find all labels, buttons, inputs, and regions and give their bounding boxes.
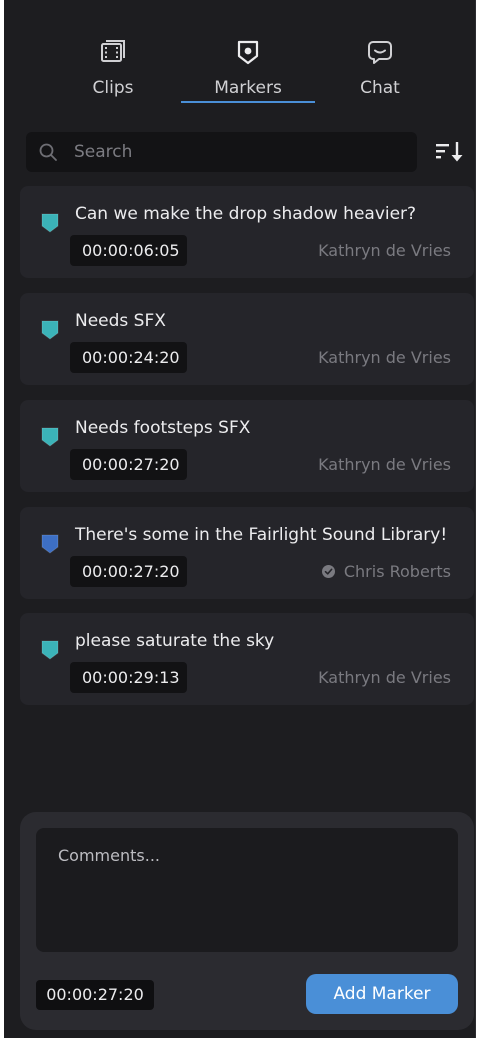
sort-descending-icon [436, 142, 463, 162]
marker-text: There's some in the Fairlight Sound Libr… [75, 525, 448, 545]
tab-clips[interactable]: Clips [46, 36, 180, 104]
marker-flag-icon [41, 640, 59, 660]
marker-flag-icon [41, 534, 59, 554]
add-marker-button[interactable]: Add Marker [306, 974, 458, 1014]
marker-author: Chris Roberts [321, 562, 451, 581]
tab-markers-label: Markers [214, 78, 282, 98]
tab-bar: Clips Markers Chat [4, 0, 476, 110]
marker-text: Needs footsteps SFX [75, 418, 251, 438]
search-box [26, 132, 417, 172]
marker-flag-icon [41, 213, 59, 233]
verified-check-icon [321, 565, 335, 578]
marker-card[interactable]: Needs SFX 00:00:24:20 Kathryn de Vries [20, 293, 474, 385]
tab-chat[interactable]: Chat [313, 36, 447, 104]
marker-card[interactable]: Needs footsteps SFX 00:00:27:20 Kathryn … [20, 400, 474, 492]
active-tab-indicator [181, 101, 315, 103]
marker-timecode[interactable]: 00:00:29:13 [70, 662, 187, 693]
author-name: Kathryn de Vries [318, 241, 451, 260]
marker-timecode[interactable]: 00:00:24:20 [70, 342, 187, 373]
sort-button[interactable] [432, 138, 466, 166]
marker-author: Kathryn de Vries [318, 348, 451, 367]
marker-text: Needs SFX [75, 311, 166, 331]
marker-text: Can we make the drop shadow heavier? [75, 204, 417, 224]
author-name: Chris Roberts [343, 562, 451, 581]
tab-markers[interactable]: Markers [181, 36, 315, 104]
comment-composer: 00:00:27:20 Add Marker [20, 812, 474, 1030]
comments-field[interactable] [36, 828, 458, 952]
search-input[interactable] [74, 132, 404, 172]
marker-author: Kathryn de Vries [318, 668, 451, 687]
marker-timecode[interactable]: 00:00:27:20 [70, 556, 187, 587]
author-name: Kathryn de Vries [318, 668, 451, 687]
marker-text: please saturate the sky [75, 631, 275, 651]
author-name: Kathryn de Vries [318, 348, 451, 367]
tab-clips-label: Clips [92, 78, 134, 98]
marker-timecode[interactable]: 00:00:27:20 [70, 449, 187, 480]
markers-panel: Clips Markers Chat Search Can we make th… [4, 0, 476, 1038]
marker-author: Kathryn de Vries [318, 455, 451, 474]
search-icon [39, 143, 57, 161]
marker-card[interactable]: please saturate the sky 00:00:29:13 Kath… [20, 613, 474, 705]
marker-timecode[interactable]: 00:00:06:05 [70, 235, 187, 266]
marker-icon [237, 40, 259, 65]
marker-card[interactable]: Can we make the drop shadow heavier? 00:… [20, 186, 474, 278]
tab-chat-label: Chat [360, 78, 400, 98]
marker-flag-icon [41, 320, 59, 340]
current-timecode: 00:00:27:20 [36, 980, 154, 1010]
marker-author: Kathryn de Vries [318, 241, 451, 260]
chat-icon [368, 41, 392, 64]
film-icon [101, 40, 125, 62]
marker-flag-icon [41, 427, 59, 447]
marker-card[interactable]: There's some in the Fairlight Sound Libr… [20, 507, 474, 599]
author-name: Kathryn de Vries [318, 455, 451, 474]
